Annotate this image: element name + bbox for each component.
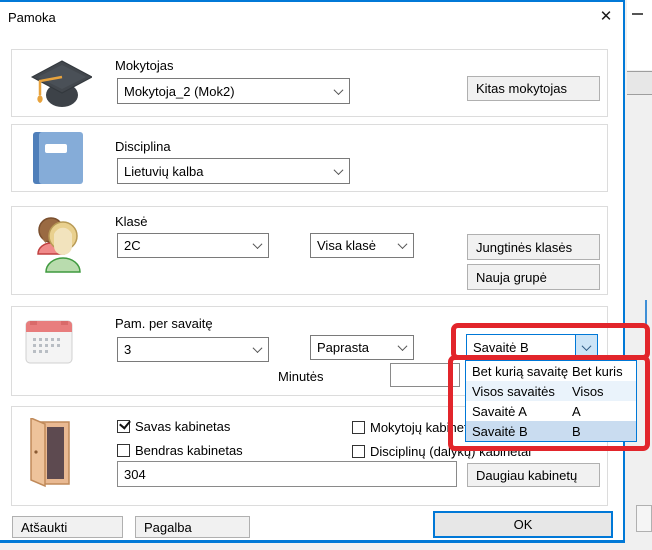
lesson-type-combobox[interactable]: Paprasta <box>310 335 414 360</box>
door-icon <box>27 418 71 488</box>
discipline-rooms-checkbox[interactable]: Disciplinų (dalykų) kabinetai <box>352 444 531 459</box>
option-short: Bet kuris <box>572 364 623 379</box>
new-group-button[interactable]: Nauja grupė <box>467 264 600 290</box>
chevron-down-icon <box>391 336 413 359</box>
more-rooms-button[interactable]: Daugiau kabinetų <box>467 463 600 487</box>
teacher-rooms-checkbox[interactable]: Mokytojų kabinetai <box>352 420 478 435</box>
background-toolbar <box>627 71 652 95</box>
chevron-down-icon <box>327 159 349 183</box>
option-short: Visos <box>572 384 604 399</box>
book-icon <box>29 130 87 186</box>
chevron-down-icon <box>327 79 349 103</box>
class-combobox[interactable]: 2C <box>117 233 269 258</box>
option-name: Bet kurią savaitę <box>466 364 572 379</box>
discipline-combobox[interactable]: Lietuvių kalba <box>117 158 350 184</box>
checkbox-label: Disciplinų (dalykų) kabinetai <box>370 444 531 459</box>
option-short: A <box>572 404 581 419</box>
dropdown-option[interactable]: Bet kurią savaitę Bet kuris <box>466 361 636 381</box>
checkbox-label: Mokytojų kabinetai <box>370 420 478 435</box>
teacher-label: Mokytojas <box>115 58 174 73</box>
close-icon[interactable]: ✕ <box>594 6 618 28</box>
chevron-down-icon <box>246 234 268 257</box>
week-dropdown-list: Bet kurią savaitę Bet kuris Visos savait… <box>465 360 637 442</box>
class-label: Klasė <box>115 214 148 229</box>
chevron-down-icon <box>391 234 413 257</box>
class-scope-combobox[interactable]: Visa klasė <box>310 233 414 258</box>
option-name: Savaitė B <box>466 424 572 439</box>
background-titlebar <box>627 0 652 70</box>
background-button-edge <box>636 505 652 532</box>
checkbox-checked-icon <box>117 420 130 433</box>
cancel-button[interactable]: Atšaukti <box>12 516 123 538</box>
minutes-input[interactable] <box>390 363 460 387</box>
joint-classes-button[interactable]: Jungtinės klasės <box>467 234 600 260</box>
background-selection-line <box>645 300 647 333</box>
week-combobox[interactable]: Savaitė B <box>466 334 598 360</box>
minutes-label: Minutės <box>278 369 324 384</box>
dropdown-option-selected[interactable]: Savaitė B B <box>466 421 636 441</box>
minimize-icon[interactable] <box>632 13 643 15</box>
checkbox-label: Savas kabinetas <box>135 419 230 434</box>
dropdown-option[interactable]: Savaitė A A <box>466 401 636 421</box>
checkbox-unchecked-icon <box>352 421 365 434</box>
discipline-value: Lietuvių kalba <box>118 164 327 179</box>
lesson-type-value: Paprasta <box>311 340 391 355</box>
discipline-label: Disciplina <box>115 139 171 154</box>
dropdown-option[interactable]: Visos savaitės Visos <box>466 381 636 401</box>
ok-button[interactable]: OK <box>433 511 613 538</box>
graduation-cap-icon <box>24 55 92 111</box>
perweek-combobox[interactable]: 3 <box>117 337 269 362</box>
teacher-combobox[interactable]: Mokytoja_2 (Mok2) <box>117 78 350 104</box>
own-room-checkbox[interactable]: Savas kabinetas <box>117 419 230 434</box>
help-button[interactable]: Pagalba <box>135 516 250 538</box>
perweek-label: Pam. per savaitę <box>115 316 213 331</box>
week-value: Savaitė B <box>467 340 575 355</box>
option-name: Visos savaitės <box>466 384 572 399</box>
title-bar: Pamoka ✕ <box>0 2 623 32</box>
lesson-dialog: Pamoka ✕ Mokytojas Mokytoja_2 (Mok2) Kit… <box>0 0 625 543</box>
students-icon <box>20 212 98 274</box>
chevron-down-icon <box>575 335 597 359</box>
perweek-value: 3 <box>118 342 246 357</box>
checkbox-unchecked-icon <box>352 445 365 458</box>
calendar-icon <box>25 318 73 364</box>
shared-room-checkbox[interactable]: Bendras kabinetas <box>117 443 243 458</box>
checkbox-unchecked-icon <box>117 444 130 457</box>
other-teacher-button[interactable]: Kitas mokytojas <box>467 76 600 101</box>
chevron-down-icon <box>246 338 268 361</box>
background-window <box>627 0 652 550</box>
checkbox-label: Bendras kabinetas <box>135 443 243 458</box>
dialog-title: Pamoka <box>8 10 56 25</box>
room-number-input[interactable] <box>117 461 457 487</box>
teacher-value: Mokytoja_2 (Mok2) <box>118 84 327 99</box>
class-scope-value: Visa klasė <box>311 238 391 253</box>
option-short: B <box>572 424 581 439</box>
class-value: 2C <box>118 238 246 253</box>
option-name: Savaitė A <box>466 404 572 419</box>
